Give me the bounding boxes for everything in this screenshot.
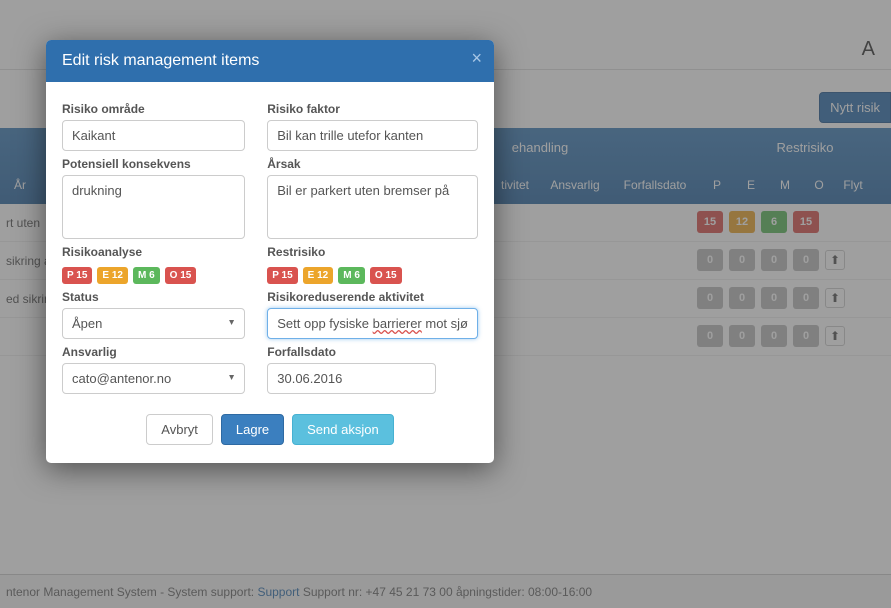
badge-analyse-p: P 15 [62,267,92,284]
edit-risk-modal: Edit risk management items × Risiko områ… [46,40,494,463]
label-analyse: Risikoanalyse [62,245,245,259]
label-status: Status [62,290,245,304]
label-forfall: Forfallsdato [267,345,478,359]
badge-analyse-e: E 12 [97,267,128,284]
modal-header: Edit risk management items × [46,40,494,82]
input-konsekvens[interactable] [62,175,245,239]
badge-analyse-m: M 6 [133,267,160,284]
input-faktor[interactable] [267,120,478,151]
modal-footer: Avbryt Lagre Send aksjon [46,402,494,463]
label-arsak: Årsak [267,157,478,171]
badge-rest-m: M 6 [338,267,365,284]
cancel-button[interactable]: Avbryt [146,414,213,445]
analyse-badges: P 15 E 12 M 6 O 15 [62,267,245,284]
label-omrade: Risiko område [62,102,245,116]
badge-rest-p: P 15 [267,267,297,284]
aktivitet-mid: barrierer [373,316,422,331]
badge-rest-e: E 12 [303,267,334,284]
select-status[interactable]: Åpen [62,308,245,339]
close-icon[interactable]: × [471,48,482,69]
aktivitet-post: mot sjø [422,316,468,331]
aktivitet-pre: Sett opp fysiske [277,316,372,331]
modal-title: Edit risk management items [62,52,259,69]
label-faktor: Risiko faktor [267,102,478,116]
label-restrisiko: Restrisiko [267,245,478,259]
input-arsak[interactable] [267,175,478,239]
badge-rest-o: O 15 [370,267,402,284]
label-aktivitet: Risikoreduserende aktivitet [267,290,478,304]
send-action-button[interactable]: Send aksjon [292,414,394,445]
label-konsekvens: Potensiell konsekvens [62,157,245,171]
input-omrade[interactable] [62,120,245,151]
input-forfall[interactable] [267,363,436,394]
label-ansvarlig: Ansvarlig [62,345,245,359]
input-aktivitet[interactable]: Sett opp fysiske barrierer mot sjø [267,308,478,339]
save-button[interactable]: Lagre [221,414,284,445]
select-ansvarlig[interactable]: cato@antenor.no [62,363,245,394]
rest-badges: P 15 E 12 M 6 O 15 [267,267,478,284]
badge-analyse-o: O 15 [165,267,197,284]
